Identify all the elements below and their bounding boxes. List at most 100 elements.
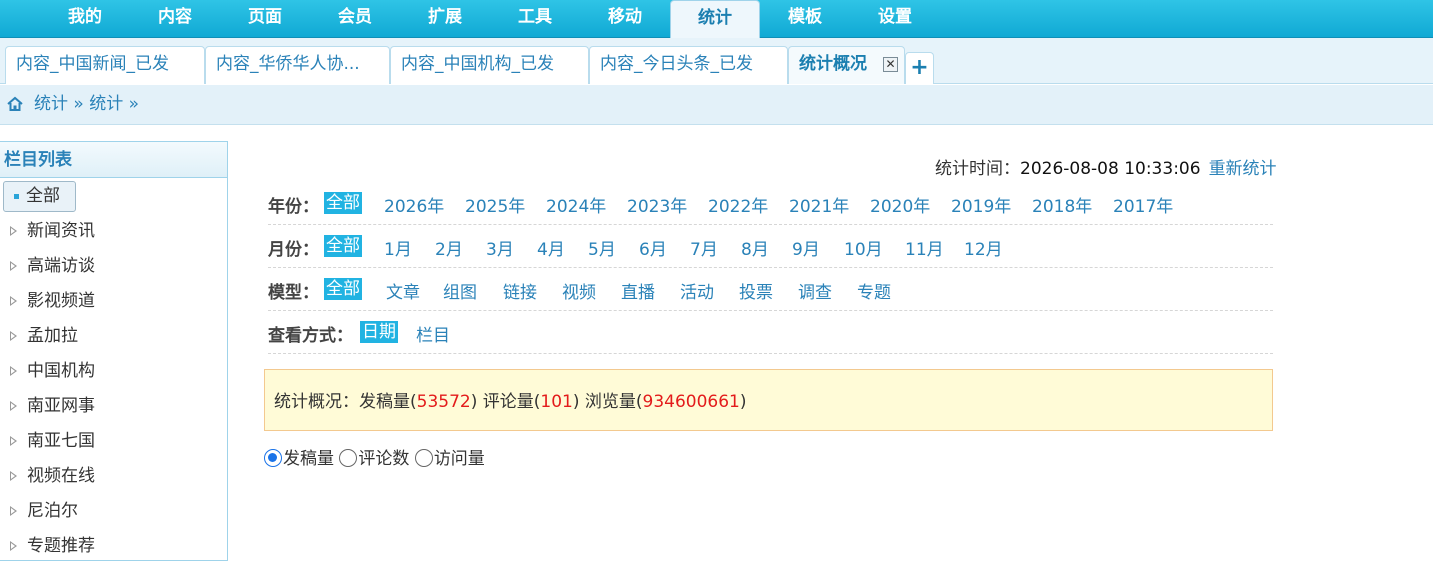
year-filter-label: 年份： [268,197,319,217]
model-option[interactable]: 组图 [443,278,477,303]
recount-link[interactable]: 重新统计 [1209,159,1277,179]
close-icon[interactable]: ✕ [883,57,898,72]
expand-arrow-icon[interactable] [10,506,17,516]
add-tab-button[interactable]: + [905,52,934,84]
comments-label: ) 评论量( [470,392,541,412]
model-option[interactable]: 调查 [798,278,832,303]
comments-count: 101 [540,392,573,412]
radio-comments[interactable] [339,449,358,467]
model-option[interactable]: 专题 [857,278,891,303]
stats-summary: 统计概况：发稿量(53572) 评论量(101) 浏览量(934600661) [264,369,1273,431]
nav-item-settings[interactable]: 设置 [850,0,940,36]
nav-item-mine[interactable]: 我的 [40,0,130,36]
breadcrumb: 统计 » 统计 » [0,85,1433,125]
posts-label: 发稿量( [359,392,417,412]
year-option[interactable]: 全部 [324,192,362,214]
month-filter: 月份： 全部 1月 2月 3月 4月 5月 6月 7月 8月 9月 10月 11… [268,225,1273,268]
tab-china-institutions[interactable]: 内容_中国机构_已发 [390,46,589,84]
stat-time: 统计时间：2026-08-08 10:33:06 重新统计 [935,154,1277,179]
year-option[interactable]: 2026年 [384,192,444,217]
expand-arrow-icon[interactable] [10,366,17,376]
sidebar-item-label: 中国机构 [27,361,95,381]
month-option[interactable]: 1月 [384,235,412,260]
year-option[interactable]: 2020年 [870,192,930,217]
nav-item-mobile[interactable]: 移动 [580,0,670,36]
month-option[interactable]: 9月 [792,235,820,260]
sidebar: 栏目列表 全部 新闻资讯 高端访谈 影视频道 孟加拉 中国机构 南亚网事 南亚七… [0,141,228,561]
tab-overseas-chinese[interactable]: 内容_华侨华人协... [205,46,390,84]
month-option[interactable]: 6月 [639,235,667,260]
radio-visits-label[interactable]: 访问量 [434,449,485,469]
sidebar-item-label: 专题推荐 [27,536,95,556]
view-option-date[interactable]: 日期 [360,321,398,343]
model-filter: 模型： 全部 文章 组图 链接 视频 直播 活动 投票 调查 专题 [268,268,1273,311]
month-option[interactable]: 11月 [905,235,944,260]
month-option[interactable]: 2月 [435,235,463,260]
model-option[interactable]: 文章 [386,278,420,303]
expand-arrow-icon[interactable] [10,401,17,411]
tab-bar: 内容_中国新闻_已发 内容_华侨华人协... 内容_中国机构_已发 内容_今日头… [0,38,1433,84]
top-nav: 我的 内容 页面 会员 扩展 工具 移动 统计 模板 设置 [0,0,1433,40]
sidebar-item-all[interactable]: 全部 [3,181,76,212]
expand-arrow-icon[interactable] [10,471,17,481]
model-option[interactable]: 投票 [739,278,773,303]
view-option-column[interactable]: 栏目 [416,321,450,346]
view-mode-filter: 查看方式： 日期 栏目 [268,311,1273,354]
radio-visits[interactable] [414,449,433,467]
expand-arrow-icon[interactable] [10,541,17,551]
expand-arrow-icon[interactable] [10,261,17,271]
model-option[interactable]: 链接 [503,278,537,303]
year-option[interactable]: 2024年 [546,192,606,217]
nav-item-extensions[interactable]: 扩展 [400,0,490,36]
month-option[interactable]: 12月 [964,235,1003,260]
month-option[interactable]: 3月 [486,235,514,260]
year-option[interactable]: 2025年 [465,192,525,217]
sidebar-title: 栏目列表 [0,142,227,178]
year-option[interactable]: 2021年 [789,192,849,217]
nav-item-pages[interactable]: 页面 [220,0,310,36]
radio-posts-label[interactable]: 发稿量 [283,449,334,469]
views-count: 934600661 [642,392,740,412]
view-mode-label: 查看方式： [268,326,353,346]
sidebar-item-label: 孟加拉 [27,326,78,346]
sidebar-item-label: 视频在线 [27,466,95,486]
year-option[interactable]: 2017年 [1113,192,1173,217]
radio-comments-label[interactable]: 评论数 [358,449,409,469]
year-option[interactable]: 2018年 [1032,192,1092,217]
sidebar-item-label: 南亚网事 [27,396,95,416]
breadcrumb-text[interactable]: 统计 » 统计 » [34,85,139,123]
nav-item-content[interactable]: 内容 [130,0,220,36]
model-option[interactable]: 全部 [324,278,362,300]
expand-arrow-icon[interactable] [10,331,17,341]
nav-item-members[interactable]: 会员 [310,0,400,36]
nav-item-templates[interactable]: 模板 [760,0,850,36]
home-icon[interactable] [7,96,23,112]
model-option[interactable]: 活动 [680,278,714,303]
metric-radio-group: 发稿量 评论数 访问量 [264,444,485,469]
month-option[interactable]: 4月 [537,235,565,260]
expand-arrow-icon[interactable] [10,436,17,446]
model-option[interactable]: 视频 [562,278,596,303]
tab-china-news[interactable]: 内容_中国新闻_已发 [5,46,205,84]
nav-item-tools[interactable]: 工具 [490,0,580,36]
year-option[interactable]: 2022年 [708,192,768,217]
tab-statistics-overview[interactable]: 统计概况 ✕ [788,46,905,84]
month-option[interactable]: 10月 [844,235,883,260]
month-option[interactable]: 5月 [588,235,616,260]
sidebar-item-all-label: 全部 [26,186,60,206]
month-option[interactable]: 全部 [324,235,362,257]
expand-arrow-icon[interactable] [10,296,17,306]
month-option[interactable]: 7月 [690,235,718,260]
model-option[interactable]: 直播 [621,278,655,303]
year-filter: 年份： 全部 2026年 2025年 2024年 2023年 2022年 202… [268,182,1273,225]
model-filter-label: 模型： [268,283,319,303]
views-label: ) 浏览量( [572,392,643,412]
expand-arrow-icon[interactable] [10,226,17,236]
tab-today-headlines[interactable]: 内容_今日头条_已发 [589,46,788,84]
month-option[interactable]: 8月 [741,235,769,260]
year-option[interactable]: 2023年 [627,192,687,217]
tab-statistics-overview-label: 统计概况 [799,54,867,74]
year-option[interactable]: 2019年 [951,192,1011,217]
radio-posts[interactable] [264,449,282,467]
nav-item-statistics[interactable]: 统计 [670,0,760,40]
